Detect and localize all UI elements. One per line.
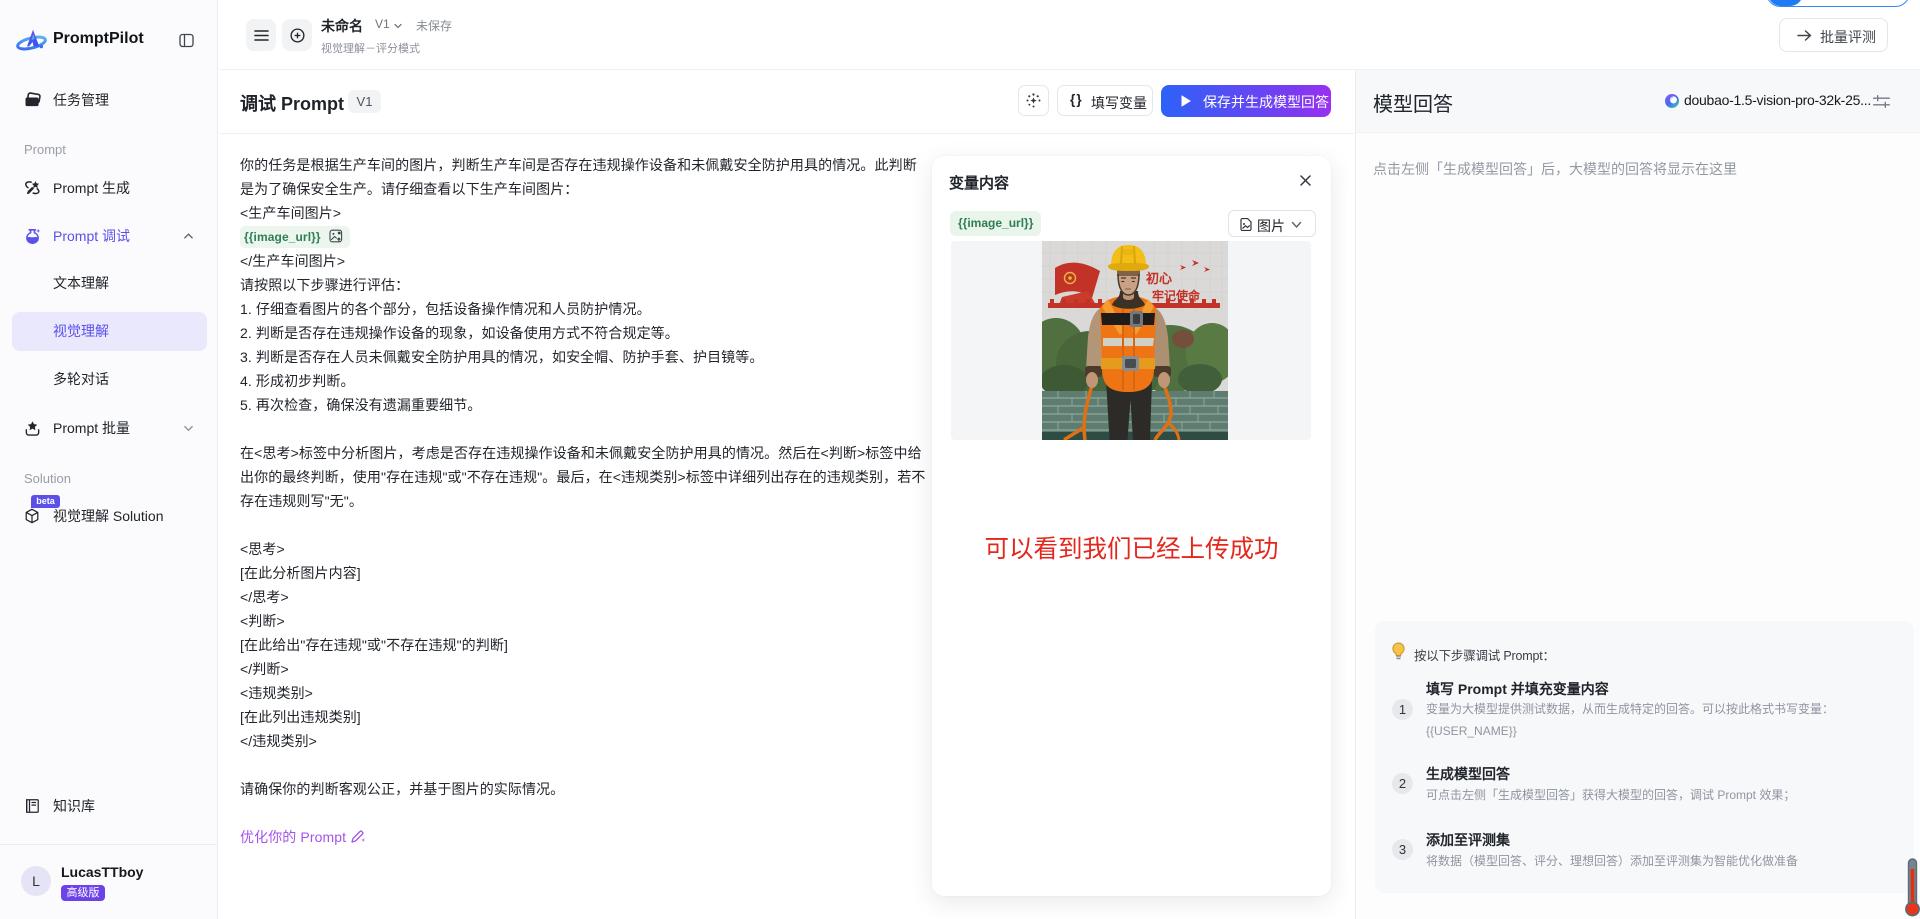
svg-text:牢记使命: 牢记使命 xyxy=(1152,288,1201,303)
svg-text:初心: 初心 xyxy=(1146,271,1172,286)
